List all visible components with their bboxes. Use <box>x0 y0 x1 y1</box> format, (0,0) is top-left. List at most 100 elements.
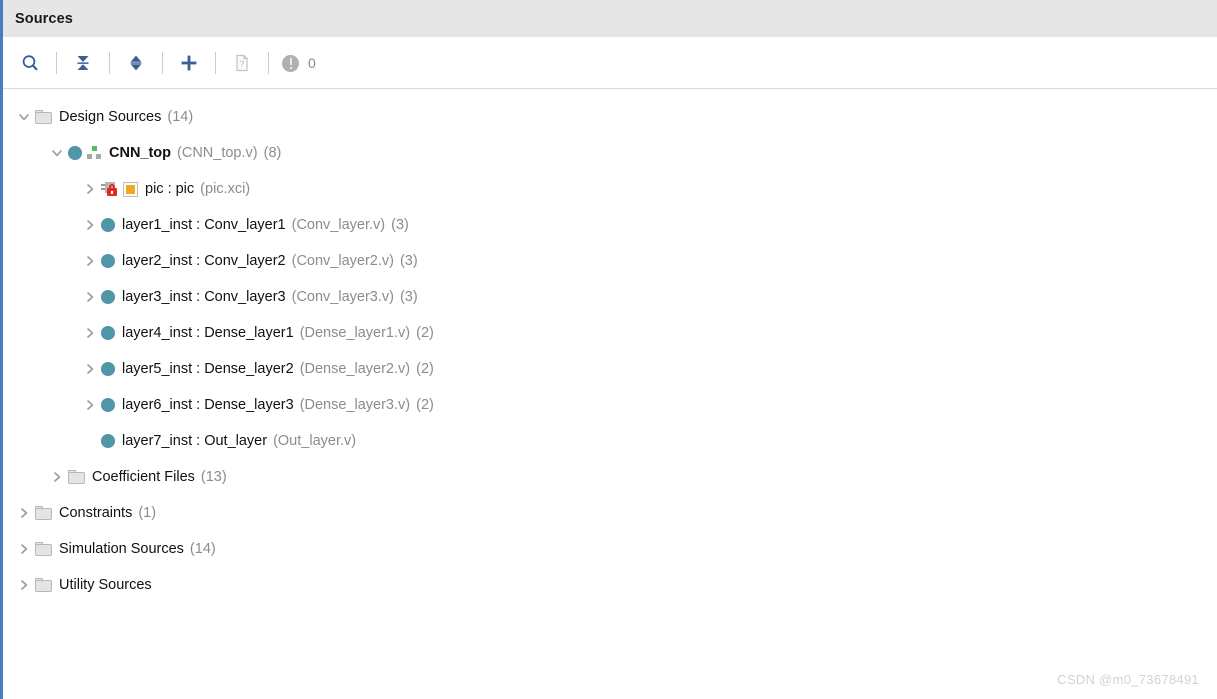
tree-row-coefficient-files[interactable]: Coefficient Files (13) <box>3 459 1217 495</box>
tree-row-layer5-inst[interactable]: layer5_inst : Dense_layer2 (Dense_layer2.… <box>3 351 1217 387</box>
chevron-right-icon[interactable] <box>79 214 101 236</box>
tree-row-layer4-inst[interactable]: layer4_inst : Dense_layer1 (Dense_layer1.… <box>3 315 1217 351</box>
search-icon <box>22 55 38 71</box>
status-indicator[interactable]: 0 <box>282 54 316 72</box>
tree-row-file: (Conv_layer2.v) <box>291 253 394 269</box>
module-icon <box>101 254 115 268</box>
tree-row-name: CNN_top <box>109 145 172 161</box>
tree-row-label: layer7_inst : Out_layer (Out_layer.v) <box>122 433 356 449</box>
tree-row-label: layer2_inst : Conv_layer2 (Conv_layer2.v)… <box>122 253 418 269</box>
tree-row-constraints[interactable]: Constraints (1) <box>3 495 1217 531</box>
chevron-right-icon[interactable] <box>79 322 101 344</box>
module-icon <box>101 218 115 232</box>
tree-row-file: (pic.xci) <box>200 181 251 197</box>
folder-icon <box>35 542 52 556</box>
tree-row-count: (14) <box>167 109 194 125</box>
tree-row-file: (Conv_layer.v) <box>291 217 386 233</box>
tree-row-count: (2) <box>416 325 434 341</box>
tree-row-name: layer4_inst : Dense_layer1 <box>122 325 294 341</box>
toolbar-separator <box>162 52 163 74</box>
tree-row-name: layer7_inst : Out_layer <box>122 433 268 449</box>
tree-row-count: (3) <box>391 217 409 233</box>
sources-tree: Design Sources (14) CNN_top (CNN_top.v) (8) p… <box>3 89 1217 603</box>
tree-row-name: Constraints <box>59 505 133 521</box>
expand-collapse-icon <box>130 55 142 71</box>
panel-header: Sources <box>3 0 1217 38</box>
tree-row-layer6-inst[interactable]: layer6_inst : Dense_layer3 (Dense_layer3.… <box>3 387 1217 423</box>
chevron-right-icon[interactable] <box>79 178 101 200</box>
tree-row-label: Utility Sources <box>59 577 152 593</box>
add-sources-button[interactable] <box>172 46 206 80</box>
tree-row-utility-sources[interactable]: Utility Sources <box>3 567 1217 603</box>
warning-circle-icon <box>282 54 299 72</box>
tree-row-name: layer3_inst : Conv_layer3 <box>122 289 286 305</box>
tree-row-label: layer4_inst : Dense_layer1 (Dense_layer1.… <box>122 325 434 341</box>
module-icon <box>101 434 115 448</box>
tree-row-label: layer1_inst : Conv_layer1 (Conv_layer.v) (… <box>122 217 409 233</box>
chevron-down-icon[interactable] <box>46 142 68 164</box>
chevron-right-icon[interactable] <box>79 286 101 308</box>
folder-icon <box>35 578 52 592</box>
folder-icon <box>35 506 52 520</box>
tree-row-label: layer5_inst : Dense_layer2 (Dense_layer2.… <box>122 361 434 377</box>
module-icon <box>101 290 115 304</box>
tree-row-file: (Dense_layer3.v) <box>299 397 411 413</box>
tree-row-name: layer5_inst : Dense_layer2 <box>122 361 294 377</box>
tree-row-label: Coefficient Files (13) <box>92 469 227 485</box>
tree-row-simulation-sources[interactable]: Simulation Sources (14) <box>3 531 1217 567</box>
tree-row-file: (CNN_top.v) <box>177 145 258 161</box>
chevron-right-icon[interactable] <box>79 358 101 380</box>
module-icon <box>101 398 115 412</box>
tree-row-file: (Dense_layer2.v) <box>299 361 411 377</box>
page-title: Sources <box>15 10 73 27</box>
tree-row-layer2-inst[interactable]: layer2_inst : Conv_layer2 (Conv_layer2.v)… <box>3 243 1217 279</box>
tree-row-cnn-top[interactable]: CNN_top (CNN_top.v) (8) <box>3 135 1217 171</box>
tree-row-label: Constraints (1) <box>59 505 156 521</box>
tree-row-file: (Dense_layer1.v) <box>299 325 411 341</box>
tree-row-name: pic : pic <box>145 181 195 197</box>
tree-row-count: (1) <box>138 505 157 521</box>
tree-row-count: (2) <box>416 397 434 413</box>
tree-row-name: Coefficient Files <box>92 469 195 485</box>
chevron-right-icon[interactable] <box>13 538 35 560</box>
report-document-icon: ? <box>236 54 248 72</box>
tree-row-count: (8) <box>263 145 282 161</box>
module-icon <box>101 362 115 376</box>
folder-icon <box>35 110 52 124</box>
tree-row-file: (Out_layer.v) <box>273 433 357 449</box>
chevron-right-icon[interactable] <box>13 502 35 524</box>
chevron-right-icon[interactable] <box>46 466 68 488</box>
tree-row-file: (Conv_layer3.v) <box>291 289 394 305</box>
tree-row-count: (2) <box>416 361 434 377</box>
tree-row-label: Design Sources (14) <box>59 109 193 125</box>
tree-row-label: layer6_inst : Dense_layer3 (Dense_layer3.… <box>122 397 434 413</box>
chevron-right-icon[interactable] <box>13 574 35 596</box>
tree-row-layer7-inst[interactable]: layer7_inst : Out_layer (Out_layer.v) <box>3 423 1217 459</box>
tree-row-layer3-inst[interactable]: layer3_inst : Conv_layer3 (Conv_layer3.v)… <box>3 279 1217 315</box>
tree-row-name: Simulation Sources <box>59 541 184 557</box>
chevron-right-icon[interactable] <box>79 250 101 272</box>
chevron-down-icon[interactable] <box>13 106 35 128</box>
collapse-all-button[interactable] <box>66 46 100 80</box>
tree-row-name: Utility Sources <box>59 577 152 593</box>
toolbar-separator <box>56 52 57 74</box>
tree-row-label: layer3_inst : Conv_layer3 (Conv_layer3.v)… <box>122 289 418 305</box>
chevron-right-icon[interactable] <box>79 394 101 416</box>
tree-row-label: CNN_top (CNN_top.v) (8) <box>109 145 281 161</box>
toolbar-separator <box>215 52 216 74</box>
tree-row-name: Design Sources <box>59 109 162 125</box>
report-button[interactable]: ? <box>225 46 259 80</box>
tree-row-pic[interactable]: pic : pic (pic.xci) <box>3 171 1217 207</box>
module-icon <box>101 326 115 340</box>
tree-row-name: layer2_inst : Conv_layer2 <box>122 253 286 269</box>
tree-row-count: (13) <box>200 469 227 485</box>
tree-row-count: (14) <box>189 541 216 557</box>
ip-core-square-icon <box>123 181 138 197</box>
expand-collapse-button[interactable] <box>119 46 153 80</box>
tree-row-design-sources[interactable]: Design Sources (14) <box>3 99 1217 135</box>
search-button[interactable] <box>13 46 47 80</box>
sources-panel: Sources ? 0 Design Sources (14) CNN_top … <box>0 0 1217 699</box>
module-hierarchy-icon <box>68 146 102 160</box>
tree-row-label: Simulation Sources (14) <box>59 541 216 557</box>
tree-row-layer1-inst[interactable]: layer1_inst : Conv_layer1 (Conv_layer.v) (… <box>3 207 1217 243</box>
